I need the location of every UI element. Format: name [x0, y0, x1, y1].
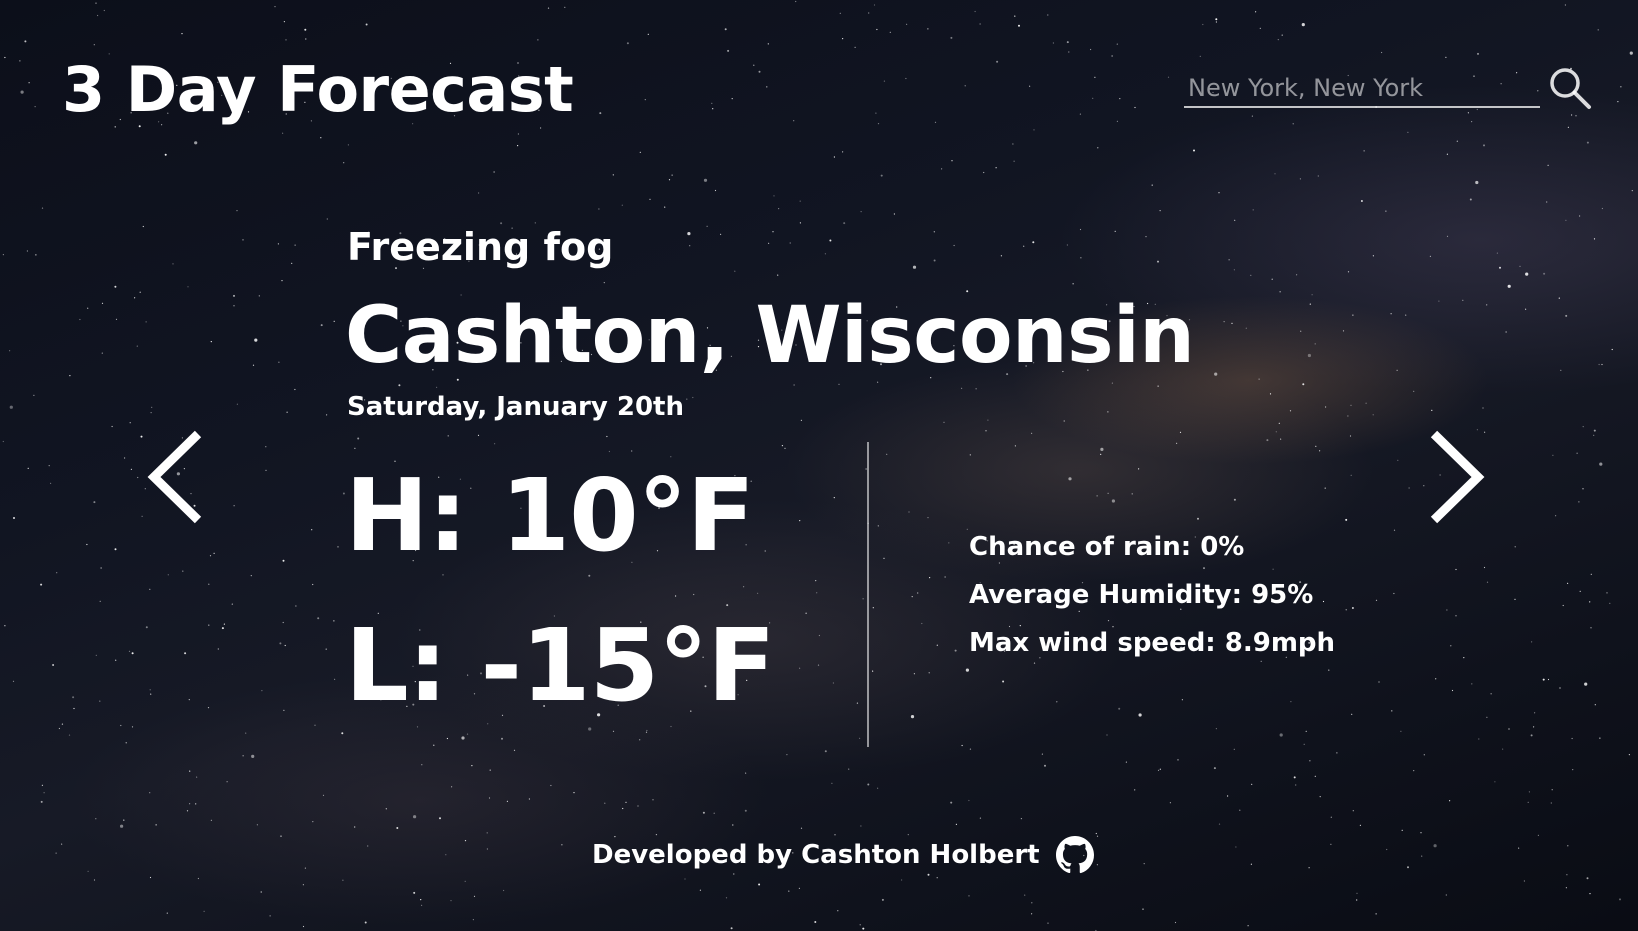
search-form [1184, 64, 1594, 114]
weather-details: Chance of rain: 0% Average Humidity: 95%… [969, 527, 1335, 671]
average-humidity: Average Humidity: 95% [969, 580, 1314, 610]
github-link[interactable] [1055, 836, 1094, 874]
search-button[interactable] [1546, 64, 1594, 112]
page: 3 Day Forecast Freezing fog Cashton, Wis… [0, 0, 1638, 931]
location-name: Cashton, Wisconsin [345, 291, 1195, 381]
low-temperature: L: -15°F [345, 607, 775, 724]
search-icon [1550, 68, 1591, 109]
github-icon [1055, 836, 1094, 874]
weather-condition: Freezing fog [347, 225, 614, 269]
chevron-left-icon [147, 430, 202, 524]
developer-credit: Developed by Cashton Holbert [592, 840, 1040, 870]
next-day-button[interactable] [1416, 422, 1496, 532]
high-temperature: H: 10°F [345, 457, 755, 574]
footer: Developed by Cashton Holbert [592, 832, 1094, 878]
vertical-divider [867, 442, 869, 747]
max-wind-speed: Max wind speed: 8.9mph [969, 628, 1336, 658]
chance-of-rain: Chance of rain: 0% [969, 532, 1245, 562]
starfield-background [2, 0, 1633, 931]
search-input[interactable] [1184, 70, 1540, 108]
forecast-date: Saturday, January 20th [347, 392, 684, 422]
chevron-right-icon [1430, 430, 1485, 524]
app-title: 3 Day Forecast [62, 53, 574, 126]
previous-day-button[interactable] [136, 422, 216, 532]
